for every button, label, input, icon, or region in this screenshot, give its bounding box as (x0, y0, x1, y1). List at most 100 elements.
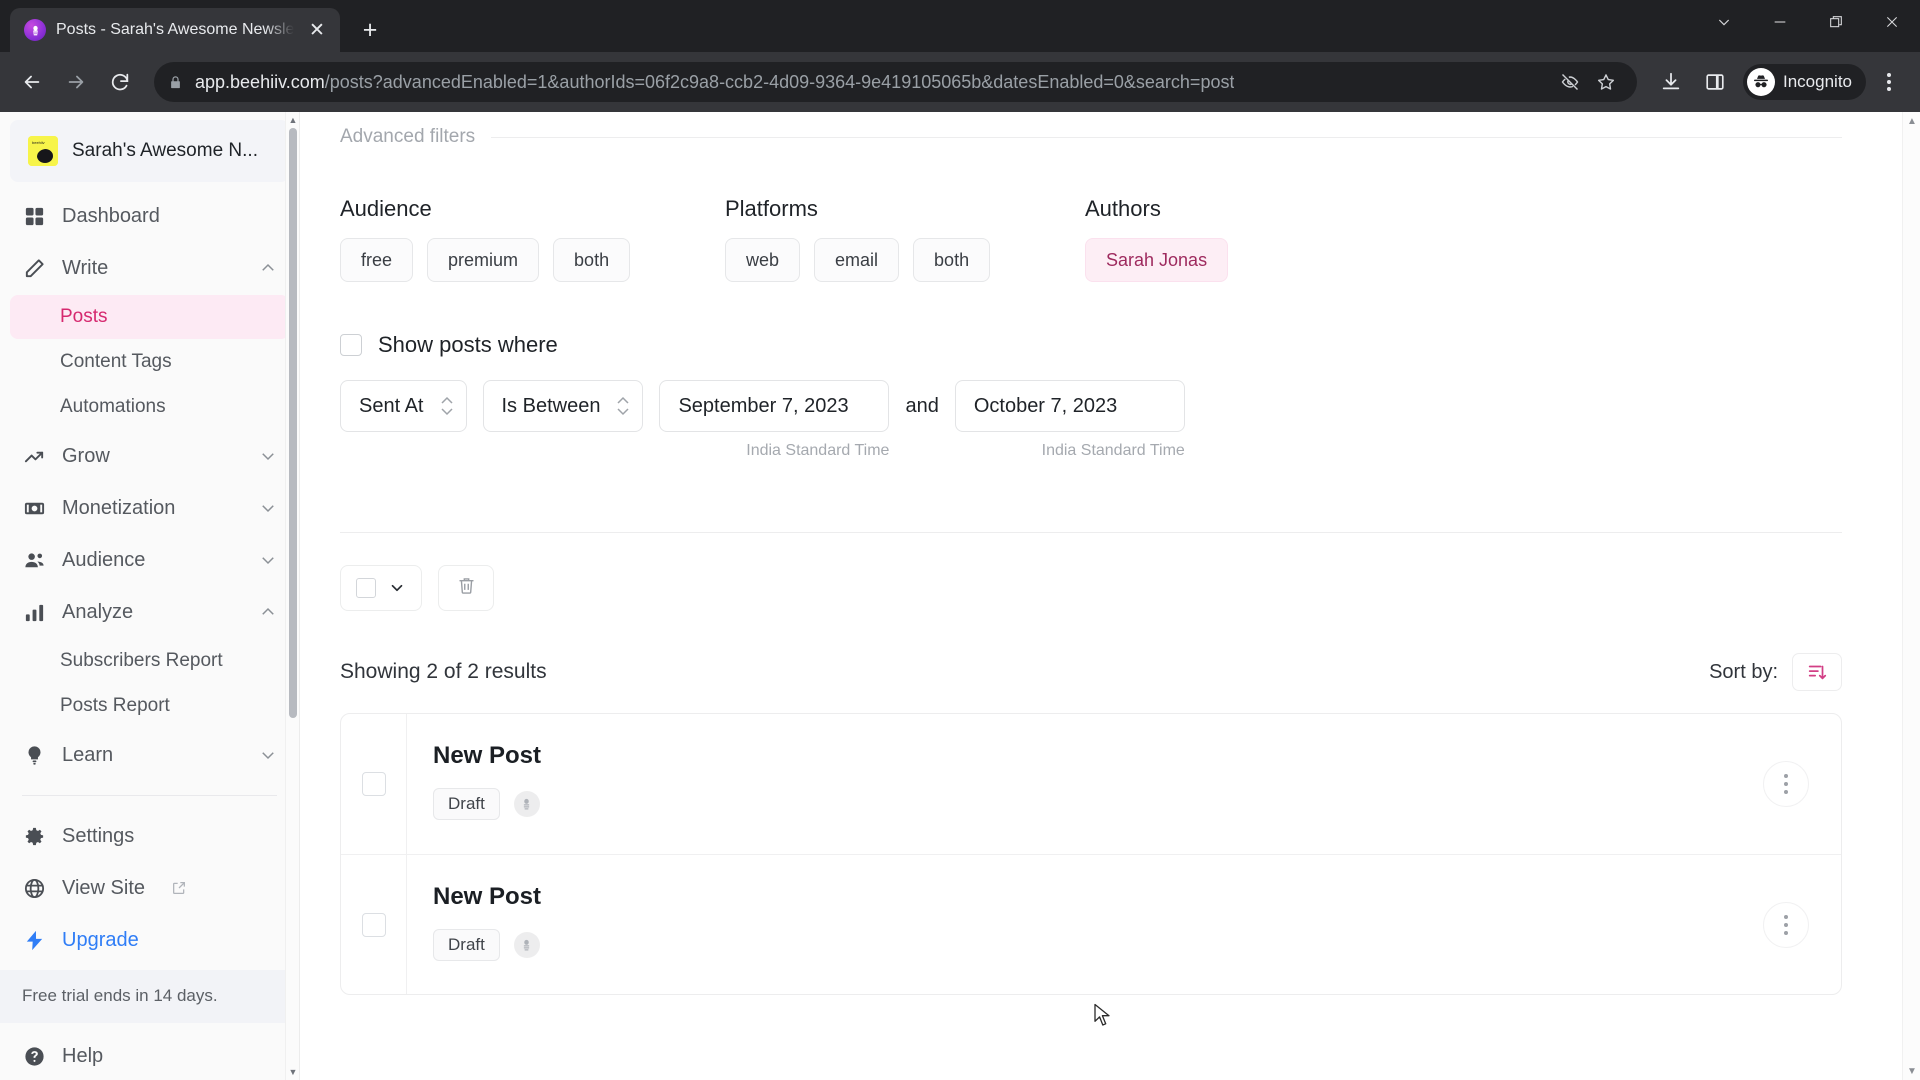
publication-name: Sarah's Awesome N... (72, 140, 258, 161)
bulk-delete-button[interactable] (438, 565, 494, 611)
sidebar-item-help[interactable]: Help (10, 1031, 289, 1080)
publication-switcher[interactable]: beehiiv Sarah's Awesome N... (10, 120, 289, 182)
sidebar-item-settings[interactable]: Settings (10, 810, 289, 862)
close-window-icon[interactable] (1864, 0, 1920, 44)
chevron-down-icon[interactable] (388, 579, 406, 597)
close-tab-icon[interactable]: ✕ (304, 17, 330, 43)
sidebar-item-posts-report[interactable]: Posts Report (10, 684, 289, 728)
sidebar-item-label: View Site (62, 876, 146, 899)
sidebar-help-section: Help (0, 1027, 299, 1080)
author-options: Sarah Jonas (1085, 238, 1842, 282)
address-bar[interactable]: app.beehiiv.com/posts?advancedEnabled=1&… (154, 62, 1637, 102)
new-tab-button[interactable]: + (352, 12, 388, 48)
eye-crossed-icon[interactable] (1553, 65, 1587, 99)
profile-incognito-button[interactable]: Incognito (1743, 64, 1866, 100)
advanced-filters-header: Advanced filters (340, 126, 1842, 148)
scroll-down-arrow-icon[interactable]: ▼ (1903, 1062, 1920, 1080)
post-checkbox[interactable] (361, 772, 386, 796)
start-date-value: September 7, 2023 (678, 394, 849, 417)
sidebar-item-dashboard[interactable]: Dashboard (10, 190, 289, 242)
table-row[interactable]: New Post Draft (341, 854, 1841, 994)
external-link-icon (171, 880, 187, 896)
sidebar-item-label: Help (62, 1045, 104, 1068)
scroll-up-arrow-icon[interactable]: ▲ (1903, 112, 1920, 130)
sidebar-item-label: Dashboard (62, 204, 160, 227)
platforms-filter-group: Platforms web email both (725, 196, 1085, 282)
forward-arrow-icon[interactable] (56, 62, 96, 102)
start-date-input[interactable]: September 7, 2023 (659, 380, 890, 432)
page-scrollbar[interactable]: ▲ ▼ (1902, 112, 1920, 1080)
svg-text:beehiiv: beehiiv (32, 140, 45, 145)
author-chip-sarah-jonas[interactable]: Sarah Jonas (1085, 238, 1229, 282)
sidebar-item-automations[interactable]: Automations (10, 385, 289, 429)
sidebar-item-label: Learn (62, 743, 114, 766)
trending-up-icon (22, 444, 46, 468)
end-date-value: October 7, 2023 (973, 394, 1118, 417)
sidebar-item-posts[interactable]: Posts (10, 295, 289, 339)
post-checkbox[interactable] (361, 912, 386, 937)
back-arrow-icon[interactable] (12, 62, 52, 102)
platform-option-both[interactable]: both (913, 238, 991, 282)
sidebar-scroll-thumb[interactable] (289, 128, 297, 718)
sidebar-item-monetization[interactable]: Monetization (10, 482, 289, 534)
chevron-down-icon (259, 746, 277, 764)
sort-descending-icon[interactable] (1792, 653, 1842, 691)
sidebar-item-view-site[interactable]: View Site (10, 862, 289, 914)
browser-window: Posts - Sarah's Awesome Newsle ✕ + app.b… (0, 0, 1920, 1080)
select-all-dropdown[interactable] (340, 565, 422, 611)
more-options-icon[interactable] (1763, 761, 1809, 807)
app-sidebar: beehiiv Sarah's Awesome N... Dashboard W… (0, 112, 300, 1080)
audience-filter-group: Audience free premium both (340, 196, 725, 282)
sidebar-item-content-tags[interactable]: Content Tags (10, 340, 289, 384)
sidebar-item-audience[interactable]: Audience (10, 534, 289, 586)
table-row[interactable]: New Post Draft (341, 714, 1841, 854)
date-operator-select[interactable]: Is Between (482, 380, 644, 432)
audience-option-premium[interactable]: premium (427, 238, 540, 282)
sidebar-item-learn[interactable]: Learn (10, 729, 289, 781)
tab-search-chevron-down-icon[interactable] (1696, 0, 1752, 44)
sidebar-item-grow[interactable]: Grow (10, 430, 289, 482)
sidebar-item-write[interactable]: Write (10, 242, 289, 294)
chevron-down-icon (259, 499, 277, 517)
sidebar-item-subscribers-report[interactable]: Subscribers Report (10, 639, 289, 683)
sidebar-item-label: Monetization (62, 496, 176, 519)
scroll-up-arrow-icon[interactable]: ▲ (286, 112, 300, 128)
browser-tab[interactable]: Posts - Sarah's Awesome Newsle ✕ (10, 8, 340, 52)
post-title[interactable]: New Post (433, 742, 1705, 770)
download-icon[interactable] (1651, 62, 1691, 102)
audience-option-both[interactable]: both (553, 238, 631, 282)
filter-columns: Audience free premium both Platforms web… (340, 196, 1842, 282)
kebab-menu-icon[interactable] (1870, 63, 1908, 101)
platform-option-email[interactable]: email (814, 238, 900, 282)
field-select-wrap: Sent At (340, 380, 467, 432)
side-panel-icon[interactable] (1695, 62, 1735, 102)
post-details: New Post Draft (407, 714, 1731, 854)
status-badge: Draft (433, 788, 500, 820)
beehiiv-logo-icon: beehiiv (28, 136, 58, 166)
show-posts-where-checkbox[interactable] (340, 334, 362, 356)
date-field-value: Sent At (359, 394, 424, 417)
minimize-icon[interactable] (1752, 0, 1808, 44)
address-bar-url: app.beehiiv.com/posts?advancedEnabled=1&… (195, 72, 1234, 93)
audience-option-free[interactable]: free (340, 238, 414, 282)
post-actions-cell (1731, 855, 1841, 994)
sidebar-item-upgrade[interactable]: Upgrade (10, 914, 289, 966)
restore-icon[interactable] (1808, 0, 1864, 44)
reload-icon[interactable] (100, 62, 140, 102)
platform-option-web[interactable]: web (725, 238, 801, 282)
operator-select-wrap: Is Between (482, 380, 644, 432)
more-options-icon[interactable] (1763, 901, 1809, 948)
sidebar-scrollbar[interactable]: ▲ ▼ (285, 112, 299, 1080)
date-operator-value: Is Between (501, 394, 601, 417)
page-viewport: beehiiv Sarah's Awesome N... Dashboard W… (0, 112, 1920, 1080)
scroll-down-arrow-icon[interactable]: ▼ (286, 1064, 300, 1080)
end-date-input[interactable]: October 7, 2023 (954, 380, 1185, 432)
chevron-up-icon (259, 603, 277, 621)
select-all-checkbox[interactable] (356, 578, 376, 598)
sidebar-item-analyze[interactable]: Analyze (10, 586, 289, 638)
question-circle-icon (22, 1045, 46, 1069)
trash-icon (456, 575, 477, 601)
star-icon[interactable] (1589, 65, 1623, 99)
post-title[interactable]: New Post (433, 883, 1705, 911)
date-field-select[interactable]: Sent At (340, 380, 467, 432)
